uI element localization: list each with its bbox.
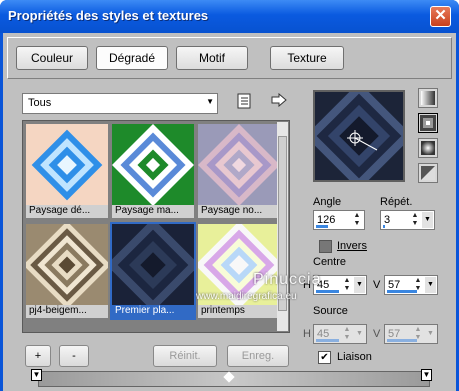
remove-gradient-button[interactable]: -	[59, 345, 89, 367]
invert-label: Invers	[337, 240, 367, 252]
catalog-icon[interactable]	[237, 93, 251, 112]
spinner-arrows-icon[interactable]: ▲ ▼	[342, 326, 352, 342]
sunburst-gradient-icon[interactable]	[418, 163, 438, 183]
rectangular-gradient-icon[interactable]	[418, 113, 438, 133]
angle-label: Angle	[313, 196, 342, 208]
gradient-name: pj4-beigem...	[26, 305, 108, 318]
dialog-body: Couleur Dégradé Motif Texture Tous ▼ Pay…	[3, 33, 456, 391]
dropdown-arrow-icon[interactable]: ▼	[422, 212, 433, 228]
source-label: Source	[313, 305, 348, 317]
spinner-arrows-icon[interactable]: ▲ ▼	[352, 212, 362, 228]
gradient-thumb[interactable]: Paysage ma...	[112, 124, 194, 218]
repeat-label: Répét.	[380, 196, 413, 208]
gradient-preview-image	[26, 224, 108, 306]
watermark-url: www.maidiregrafica.eu	[196, 291, 297, 302]
dropdown-arrow-icon[interactable]: ▼	[425, 326, 436, 342]
reset-button[interactable]: Réinit.	[153, 345, 217, 367]
category-value: Tous	[28, 97, 52, 109]
source-h-label: H	[303, 328, 311, 340]
gradient-name: Premier pla...	[112, 305, 194, 318]
title-bar: Propriétés des styles et textures ✕	[0, 0, 459, 33]
linear-gradient-icon[interactable]	[418, 88, 438, 108]
center-v-label: V	[373, 279, 381, 291]
repeat-slider-fill	[383, 225, 385, 228]
spinner-arrows-icon[interactable]: ▲ ▼	[342, 277, 352, 293]
gradient-name: printemps	[198, 305, 280, 318]
tab-bar: Couleur Dégradé Motif Texture	[7, 37, 452, 79]
window: Propriétés des styles et textures ✕ Coul…	[0, 0, 459, 391]
center-v-spinner[interactable]: 57 ▲ ▼ ▼	[384, 275, 438, 295]
gradient-stop-icon[interactable]: ▼	[421, 369, 432, 381]
source-h-spinner[interactable]: 45 ▲ ▼ ▼	[313, 324, 367, 344]
spinner-arrows-icon[interactable]: ▲ ▼	[410, 212, 420, 228]
center-v-slider-fill	[387, 290, 417, 293]
gradient-preview-image	[305, 82, 413, 190]
close-button[interactable]: ✕	[430, 6, 451, 27]
link-label: Liaison	[337, 351, 372, 363]
tab-motif[interactable]: Motif	[176, 46, 248, 70]
gradient-preview[interactable]	[305, 82, 413, 190]
source-v-spinner[interactable]: 57 ▲ ▼ ▼	[384, 324, 438, 344]
dropdown-arrow-icon: ▼	[206, 97, 214, 106]
gradient-preview-image	[112, 124, 194, 206]
tab-degrade[interactable]: Dégradé	[96, 46, 168, 70]
angle-slider-fill	[316, 225, 328, 228]
invert-checkbox[interactable]	[319, 240, 332, 253]
angle-spinner[interactable]: 126 ▲ ▼	[313, 210, 365, 230]
center-label: Centre	[313, 256, 347, 268]
watermark-text: Pinuccia	[253, 271, 322, 288]
gradient-name: Paysage no...	[198, 205, 280, 218]
radial-gradient-icon[interactable]	[418, 138, 438, 158]
gradient-thumb[interactable]: Paysage dé...	[26, 124, 108, 218]
dropdown-arrow-icon[interactable]: ▼	[354, 277, 365, 293]
tab-couleur[interactable]: Couleur	[16, 46, 88, 70]
link-checkbox[interactable]: ✔	[318, 351, 331, 364]
save-button[interactable]: Enreg.	[227, 345, 289, 367]
category-dropdown[interactable]: Tous ▼	[22, 93, 218, 114]
gradient-preview-image	[112, 224, 194, 306]
gradient-thumb-selected[interactable]: Premier pla...	[110, 222, 196, 320]
repeat-spinner[interactable]: 3 ▲ ▼ ▼	[380, 210, 435, 230]
gradient-thumb[interactable]: Paysage no...	[198, 124, 280, 218]
gradient-name: Paysage dé...	[26, 205, 108, 218]
arrow-right-icon[interactable]	[271, 92, 287, 110]
window-title: Propriétés des styles et textures	[8, 8, 209, 23]
center-h-slider-fill	[316, 290, 339, 293]
dropdown-arrow-icon[interactable]: ▼	[425, 277, 436, 293]
add-gradient-button[interactable]: +	[25, 345, 51, 367]
source-v-slider-fill	[387, 339, 417, 342]
source-v-label: V	[373, 328, 381, 340]
source-h-slider-fill	[316, 339, 339, 342]
gradient-thumb[interactable]: pj4-beigem...	[26, 224, 108, 318]
gradient-preview-image	[26, 124, 108, 206]
gradient-editor-bar[interactable]	[38, 371, 430, 387]
tab-texture[interactable]: Texture	[270, 46, 344, 70]
gradient-preview-image	[198, 124, 280, 206]
gradient-stop-icon[interactable]: ▼	[31, 369, 42, 381]
dropdown-arrow-icon[interactable]: ▼	[354, 326, 365, 342]
gradient-name: Paysage ma...	[112, 205, 194, 218]
